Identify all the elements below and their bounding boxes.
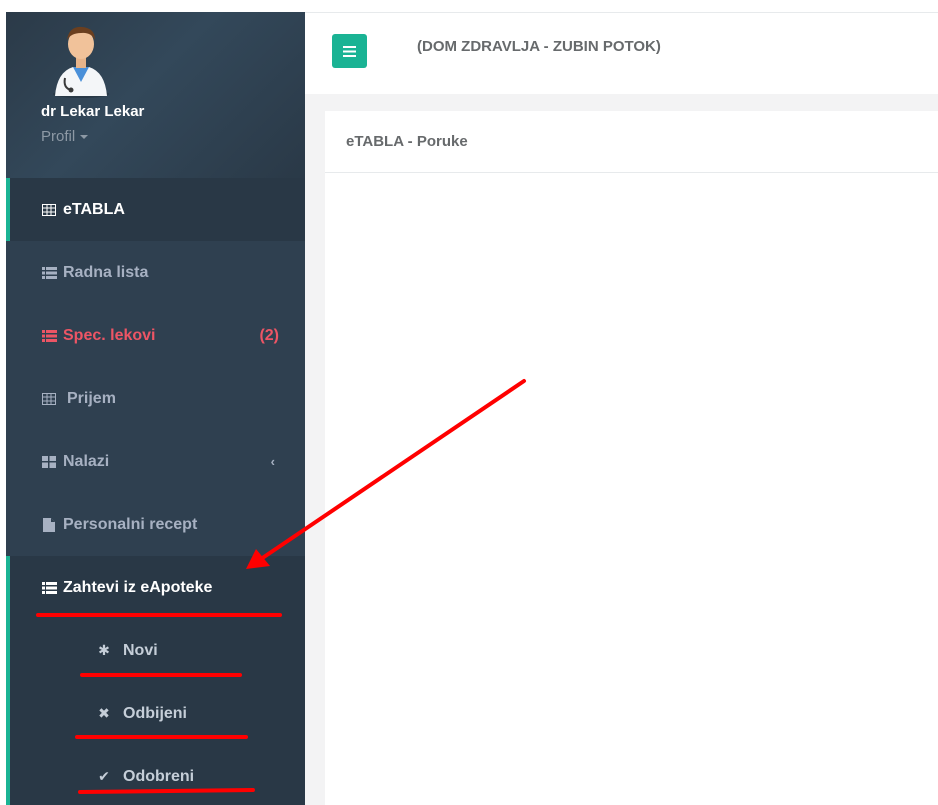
hamburger-icon — [343, 45, 356, 57]
submenu-item-label: Novi — [123, 641, 158, 659]
facility-title: (DOM ZDRAVLJA - ZUBIN POTOK) — [417, 38, 661, 55]
top-navbar: (DOM ZDRAVLJA - ZUBIN POTOK) — [305, 12, 938, 95]
sidebar-item-label: Spec. lekovi — [63, 326, 156, 344]
sidebar-item-etabla[interactable]: eTABLA — [6, 178, 305, 241]
profile-dropdown[interactable]: Profil — [41, 128, 89, 145]
sidebar-item-zahtevi-iz-eapoteke[interactable]: Zahtevi iz eApoteke — [6, 556, 305, 619]
submenu-item-odbijeni[interactable]: ✖ Odbijeni — [6, 682, 305, 745]
list-icon — [41, 329, 57, 343]
sidebar-item-radna-lista[interactable]: Radna lista — [6, 241, 305, 304]
submenu-item-label: Odbijeni — [123, 704, 187, 722]
th-large-icon — [41, 455, 57, 469]
sidebar-item-nalazi[interactable]: Nalazi ‹ — [6, 430, 305, 493]
caret-down-icon — [80, 135, 89, 140]
sidebar-item-label: Zahtevi iz eApoteke — [63, 578, 213, 596]
panel-title: eTABLA - Poruke — [325, 111, 938, 173]
list-icon — [41, 266, 57, 280]
submenu-item-label: Odobreni — [123, 767, 195, 785]
sidebar-item-label: Personalni recept — [63, 515, 198, 533]
main-panel: eTABLA - Poruke — [325, 111, 938, 805]
times-icon: ✖ — [98, 705, 110, 721]
sidebar-item-label: Radna lista — [63, 263, 149, 281]
sidebar-item-personalni-recept[interactable]: Personalni recept — [6, 493, 305, 556]
asterisk-icon: ✱ — [98, 642, 110, 658]
file-icon — [41, 517, 57, 532]
submenu-item-odobreni[interactable]: ✔ Odobreni — [6, 745, 305, 805]
table-icon — [41, 203, 57, 217]
count-badge: (2) — [259, 326, 279, 344]
user-name: dr Lekar Lekar — [41, 103, 145, 120]
sidebar-item-spec-lekovi[interactable]: Spec. lekovi (2) — [6, 304, 305, 367]
submenu-item-novi[interactable]: ✱ Novi — [6, 619, 305, 682]
check-icon: ✔ — [98, 768, 110, 784]
list-icon — [41, 581, 57, 595]
doctor-avatar-icon — [53, 26, 109, 98]
profile-label: Profil — [41, 128, 76, 145]
sidebar-item-label: Nalazi — [63, 452, 110, 470]
menu-toggle-button[interactable] — [332, 34, 367, 68]
sidebar: dr Lekar Lekar Profil eTABLA Radna lista… — [6, 12, 305, 805]
sidebar-item-label: Prijem — [67, 389, 116, 407]
profile-section: dr Lekar Lekar Profil — [6, 12, 305, 178]
table-icon — [41, 392, 57, 406]
sidebar-item-prijem[interactable]: Prijem — [6, 367, 305, 430]
chevron-left-icon: ‹ — [270, 454, 275, 469]
sidebar-item-label: eTABLA — [63, 200, 125, 218]
